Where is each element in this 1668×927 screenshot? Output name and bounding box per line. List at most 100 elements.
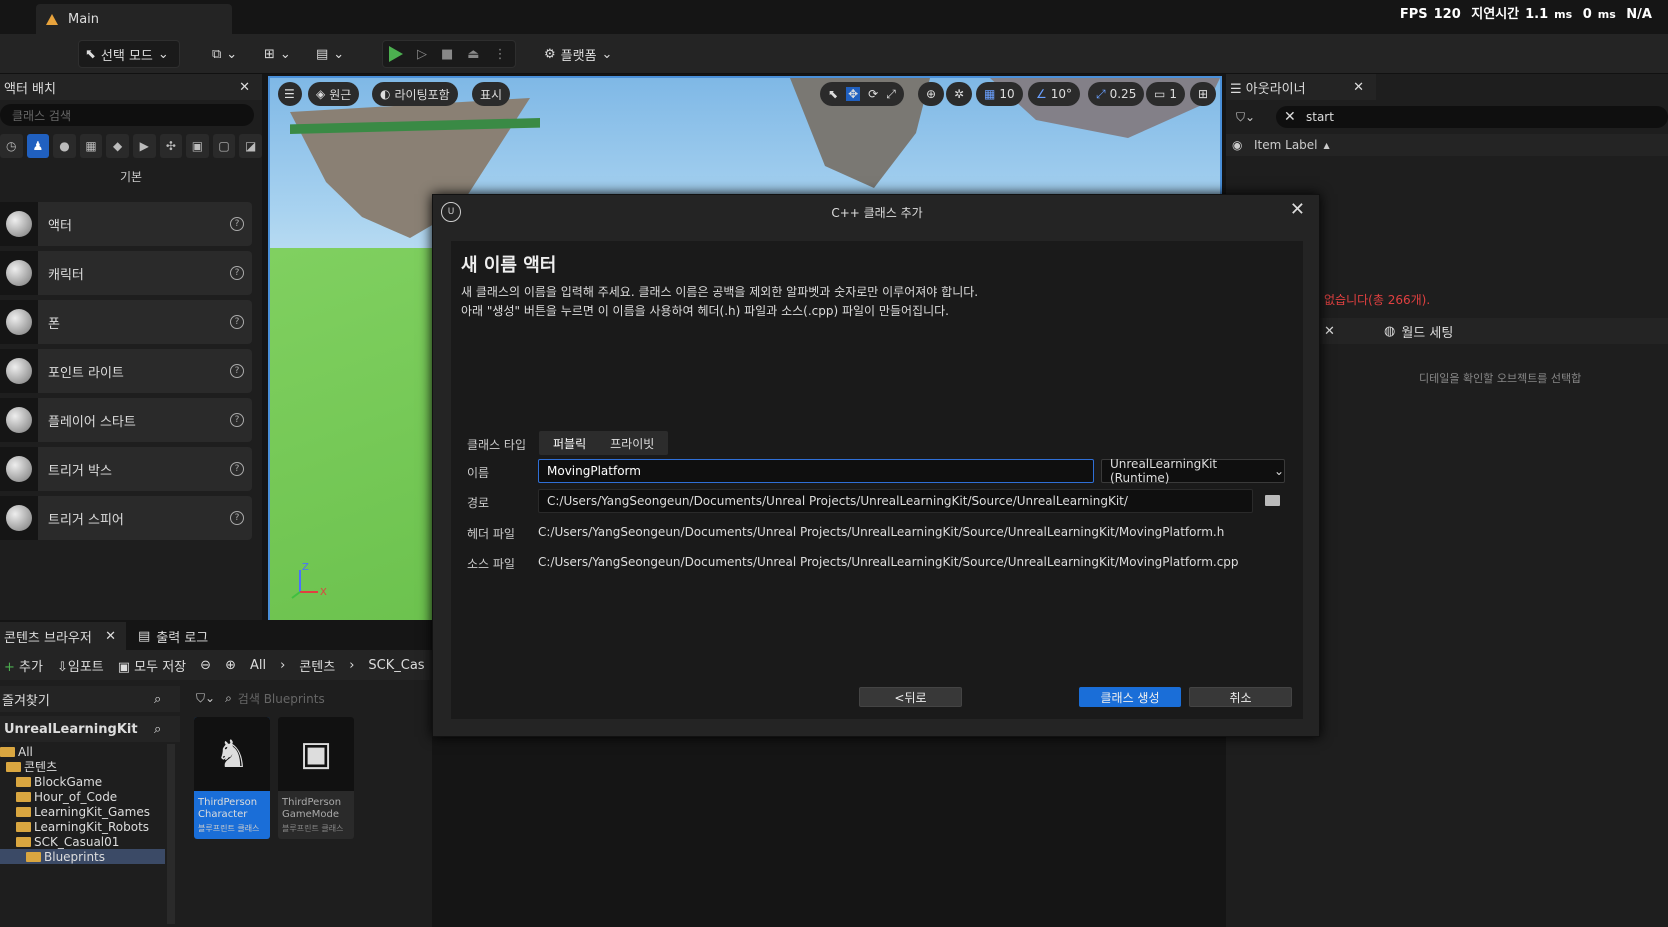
module-dropdown[interactable]: UnrealLearningKit (Runtime) ⌄ xyxy=(1101,457,1285,485)
clear-search-icon[interactable]: ✕ xyxy=(1284,109,1296,125)
close-icon[interactable]: ✕ xyxy=(1324,324,1335,339)
tree-item[interactable]: LearningKit_Games xyxy=(0,804,165,819)
help-icon[interactable]: ? xyxy=(230,364,244,378)
import-button[interactable]: ⇩임포트 xyxy=(57,656,104,675)
help-icon[interactable]: ? xyxy=(230,462,244,476)
class-name-input[interactable]: MovingPlatform xyxy=(538,459,1094,483)
add-button[interactable]: + 추가 xyxy=(4,656,43,675)
filter-icon[interactable]: ⛉⌄ xyxy=(196,691,215,706)
select-icon[interactable]: ⬉ xyxy=(828,87,838,101)
scale-icon[interactable]: ⤢ xyxy=(886,87,896,102)
eject-icon[interactable]: ⏏ xyxy=(467,47,479,62)
viewport-layout-icon[interactable]: ⊞ xyxy=(1190,82,1217,106)
tree-item[interactable]: Hour_of_Code xyxy=(0,789,165,804)
main-toolbar: ⬉ 선택 모드 ⌄ ⧉ ⌄ ⊞ ⌄ ▤ ⌄ ▷ ■ ⏏ ⋮ ⚙ 플랫폼 ⌄ xyxy=(0,34,1668,74)
help-icon[interactable]: ? xyxy=(230,217,244,231)
all-classes-icon[interactable]: ▣ xyxy=(186,134,209,158)
cancel-button[interactable]: 취소 xyxy=(1189,687,1292,707)
grid-snap-button[interactable]: ▦ 10 xyxy=(976,82,1023,106)
place-item-pawn[interactable]: 폰? xyxy=(0,300,252,344)
public-option[interactable]: 퍼블릭 xyxy=(553,435,586,452)
level-tab[interactable]: Main xyxy=(36,4,232,34)
tree-item[interactable]: SCK_Casual01 xyxy=(0,834,165,849)
place-item-player-start[interactable]: 플레이어 스타트? xyxy=(0,398,252,442)
close-icon[interactable]: ✕ xyxy=(1353,80,1364,95)
surface-snap-icon[interactable]: ✲ xyxy=(946,82,973,106)
back-button[interactable]: <뒤로 xyxy=(859,687,962,707)
outliner-tab[interactable]: ☰ 아웃라이너 ✕ xyxy=(1226,74,1376,100)
more-icon[interactable]: ⋮ xyxy=(494,47,507,62)
close-icon[interactable]: ✕ xyxy=(239,80,250,95)
cinematic-icon[interactable]: ▦ xyxy=(79,134,103,158)
place-item-point-light[interactable]: 포인트 라이트? xyxy=(0,349,252,393)
asset-tile[interactable]: ▣ ThirdPerson GameMode 블루프린트 클래스 xyxy=(278,717,354,839)
help-icon[interactable]: ? xyxy=(230,266,244,280)
tree-item[interactable]: All xyxy=(0,744,165,759)
path-input[interactable]: C:/Users/YangSeongeun/Documents/Unreal P… xyxy=(538,489,1253,513)
help-icon[interactable]: ? xyxy=(230,413,244,427)
asset-search-input[interactable]: ⛉⌄ ⌕ 검색 Blueprints xyxy=(196,686,432,710)
world-settings-tab[interactable]: ✕ ◍ 월드 세팅 xyxy=(1320,318,1668,344)
blueprint-button[interactable]: ⊞ ⌄ xyxy=(258,40,297,68)
folder-browse-icon[interactable] xyxy=(1265,495,1280,506)
place-item-character[interactable]: 캐릭터? xyxy=(0,251,252,295)
select-mode-dropdown[interactable]: ⬉ 선택 모드 ⌄ xyxy=(78,40,180,68)
project-header[interactable]: UnrealLearningKit ⌕ xyxy=(0,716,180,742)
misc-icon[interactable]: ◪ xyxy=(239,134,262,158)
tree-item[interactable]: Blueprints xyxy=(0,849,165,864)
cinematics-button[interactable]: ▤ ⌄ xyxy=(310,40,350,68)
show-button[interactable]: 표시 xyxy=(472,82,511,106)
volume-icon[interactable]: ✣ xyxy=(159,134,183,158)
tree-scrollbar[interactable] xyxy=(167,744,175,924)
play-icon[interactable] xyxy=(389,46,403,62)
outliner-search-input[interactable]: ✕ start xyxy=(1276,106,1668,128)
scale-snap-button[interactable]: ⤢ 0.25 xyxy=(1088,82,1145,106)
platforms-dropdown[interactable]: ⚙ 플랫폼 ⌄ xyxy=(538,40,618,68)
close-icon[interactable]: ✕ xyxy=(1290,199,1305,220)
rotate-icon[interactable]: ⟳ xyxy=(868,87,878,101)
globe-icon: ◍ xyxy=(1384,323,1396,339)
search-icon[interactable]: ⌕ xyxy=(154,692,161,707)
step-icon[interactable]: ▷ xyxy=(417,47,427,62)
world-space-icon[interactable]: ⊕ xyxy=(918,82,945,106)
recent-icon[interactable]: ◷ xyxy=(0,134,23,158)
content-browser-tab[interactable]: 콘텐츠 브라우저 ✕ xyxy=(0,622,126,650)
basic-icon[interactable]: ♟ xyxy=(26,134,50,158)
place-item-trigger-sphere[interactable]: 트리거 스피어? xyxy=(0,496,252,540)
stop-icon[interactable]: ■ xyxy=(441,47,453,62)
add-actor-button[interactable]: ⧉ ⌄ xyxy=(206,40,243,68)
move-icon[interactable]: ✥ xyxy=(846,87,861,101)
eye-icon[interactable]: ◉ xyxy=(1232,138,1242,152)
close-icon[interactable]: ✕ xyxy=(105,629,116,644)
tree-item[interactable]: 콘텐츠 xyxy=(0,759,165,774)
asset-tile[interactable]: ♞ ThirdPerson Character 블루프린트 클래스 xyxy=(194,717,270,839)
save-all-button[interactable]: ▣ 모두 저장 xyxy=(118,656,186,675)
shapes-icon[interactable]: ▢ xyxy=(212,134,236,158)
folder-icon xyxy=(16,836,31,847)
tree-item[interactable]: LearningKit_Robots xyxy=(0,819,165,834)
camera-speed-button[interactable]: ▭ 1 xyxy=(1146,82,1185,106)
geometry-icon[interactable]: ▶ xyxy=(132,134,156,158)
help-icon[interactable]: ? xyxy=(230,511,244,525)
light-icon[interactable]: ● xyxy=(53,134,76,158)
place-item-trigger-box[interactable]: 트리거 박스? xyxy=(0,447,252,491)
forward-icon[interactable]: ⊕ xyxy=(225,658,236,673)
viewport-menu-icon[interactable]: ☰ xyxy=(278,82,302,106)
create-class-button[interactable]: 클래스 생성 xyxy=(1079,687,1181,707)
place-actors-tab[interactable]: 액터 배치 ✕ xyxy=(0,74,262,100)
perspective-button[interactable]: ◈ 원근 xyxy=(308,82,360,106)
favorites-header[interactable]: 즐겨찾기 ⌕ xyxy=(0,686,180,712)
search-icon[interactable]: ⌕ xyxy=(154,722,161,737)
back-icon[interactable]: ⊖ xyxy=(200,658,211,673)
visual-effects-icon[interactable]: ◆ xyxy=(106,134,129,158)
rotation-snap-button[interactable]: ∠ 10° xyxy=(1028,82,1081,106)
lit-button[interactable]: ◐ 라이팅포함 xyxy=(372,82,458,106)
filter-icon[interactable]: ⛉⌄ xyxy=(1236,110,1255,125)
item-label-column[interactable]: ◉ Item Label ▲ xyxy=(1226,134,1668,156)
tree-item[interactable]: BlockGame xyxy=(0,774,165,789)
help-icon[interactable]: ? xyxy=(230,315,244,329)
output-log-tab[interactable]: ▤ 출력 로그 xyxy=(126,627,208,646)
place-item-actor[interactable]: 액터? xyxy=(0,202,252,246)
class-search-input[interactable]: 클래스 검색 xyxy=(0,104,254,126)
private-option[interactable]: 프라이빗 xyxy=(610,435,654,452)
